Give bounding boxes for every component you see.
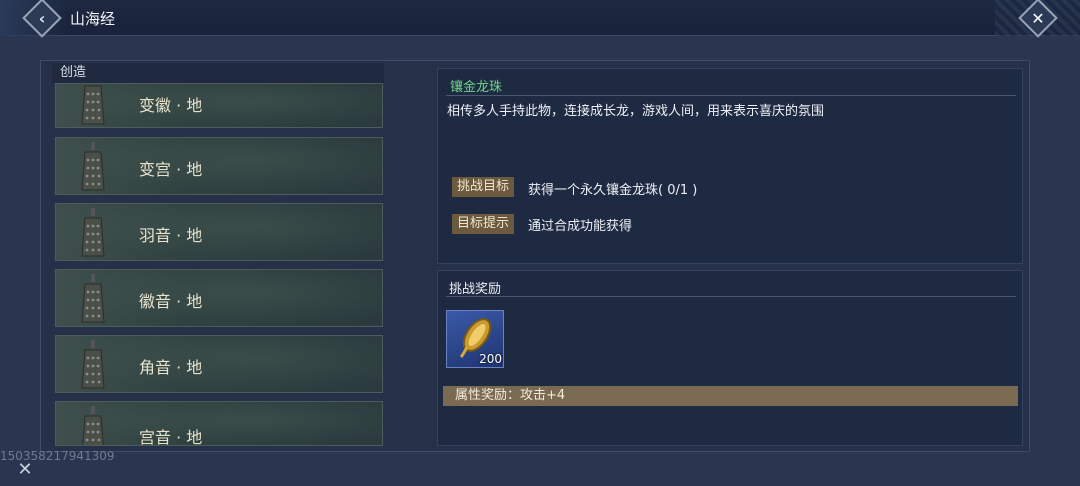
close-icon: ✕ bbox=[1031, 8, 1045, 28]
back-arrow-icon: ‹ bbox=[38, 8, 46, 28]
page-title: 山海经 bbox=[70, 10, 116, 28]
top-bar: ‹ 山海经 ✕ bbox=[0, 0, 1080, 38]
list-item-label: 变宫 · 地 bbox=[139, 160, 203, 179]
bell-icon bbox=[81, 208, 105, 257]
item-description: 相传多人手持此物，连接成长龙，游戏人间，用来表示喜庆的氛围 bbox=[447, 104, 825, 119]
list-item-label: 徽音 · 地 bbox=[139, 292, 203, 311]
list-item-label: 宫音 · 地 bbox=[139, 428, 203, 446]
attribute-reward: 属性奖励：攻击+4 bbox=[443, 386, 1018, 406]
hint-text: 通过合成功能获得 bbox=[528, 219, 633, 234]
list-item-label: 角音 · 地 bbox=[139, 358, 203, 377]
list-item[interactable]: 羽音 · 地 bbox=[55, 203, 383, 261]
bell-icon bbox=[81, 340, 105, 389]
hint-tag: 目标提示 bbox=[452, 214, 515, 234]
goal-tag: 挑战目标 bbox=[452, 177, 515, 197]
section-label: 创造 bbox=[52, 63, 384, 83]
list-item[interactable]: 变宫 · 地 bbox=[55, 137, 383, 195]
list-item-label: 变徽 · 地 bbox=[139, 96, 203, 115]
list-item-label: 羽音 · 地 bbox=[139, 226, 203, 245]
bell-icon bbox=[81, 142, 105, 191]
reward-title: 挑战奖励 bbox=[449, 282, 502, 297]
goal-text: 获得一个永久镶金龙珠( 0/1 ) bbox=[528, 183, 698, 198]
challenge-detail-card bbox=[437, 68, 1023, 264]
bell-icon bbox=[81, 85, 105, 125]
reward-count: 200 bbox=[479, 352, 502, 366]
bell-icon bbox=[81, 274, 105, 323]
close-icon[interactable]: ✕ bbox=[14, 459, 36, 481]
list-item[interactable]: 徽音 · 地 bbox=[55, 269, 383, 327]
reward-divider bbox=[446, 296, 1016, 297]
divider bbox=[446, 95, 1016, 96]
bell-icon bbox=[82, 406, 104, 445]
list-item[interactable]: 宫音 · 地 bbox=[55, 401, 383, 446]
list-item[interactable]: 角音 · 地 bbox=[55, 335, 383, 393]
item-name: 镶金龙珠 bbox=[450, 80, 503, 95]
list-item[interactable]: 变徽 · 地 bbox=[55, 83, 383, 128]
